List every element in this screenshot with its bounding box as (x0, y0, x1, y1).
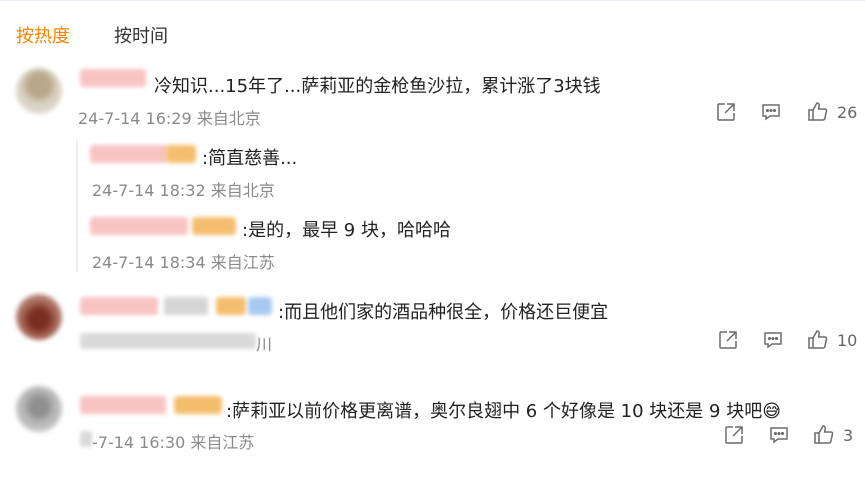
reply-list: :简直慈善... 24-7-14 18:32 来自北京 :是的，最早 9 块，哈… (76, 140, 865, 272)
username-blurred[interactable] (80, 396, 166, 414)
comment-icon (764, 332, 782, 349)
username-blurred-extra (164, 297, 208, 315)
share-button[interactable] (722, 423, 746, 447)
reply-button[interactable] (767, 423, 791, 447)
reply-badge-blurred (166, 145, 196, 163)
like-count: 10 (837, 330, 858, 350)
badge-blurred (248, 297, 272, 315)
comment-meta: 川 (256, 335, 273, 354)
badge-blurred (174, 396, 222, 414)
avatar[interactable] (16, 386, 62, 432)
avatar[interactable] (16, 294, 62, 340)
reply-username-blurred[interactable] (90, 145, 168, 163)
comment-meta: 24-7-14 16:29 来自北京 (78, 109, 261, 128)
sweat-smile-emoji-icon: 😅 (762, 401, 781, 422)
comment-text-body: :萨莉亚以前价格更离谱，奥尔良翅中 6 个好像是 10 块还是 9 块吧 (226, 401, 763, 422)
reply-username-blurred[interactable] (90, 217, 188, 235)
avatar[interactable] (16, 68, 62, 114)
comment-icon (762, 104, 780, 121)
reply-text: :简直慈善... (202, 148, 298, 169)
meta-blurred (80, 431, 92, 447)
sort-tabs: 按热度 按时间 (16, 22, 168, 48)
badge-blurred (216, 297, 246, 315)
reply-badge-blurred (192, 217, 236, 235)
comment-actions: 10 (716, 328, 857, 352)
reply-text: :是的，最早 9 块，哈哈哈 (242, 220, 451, 241)
reply-button[interactable] (761, 328, 785, 352)
top-divider (0, 0, 865, 1)
comment-meta: -7-14 16:30 来自江苏 (92, 433, 255, 452)
tab-sort-by-time[interactable]: 按时间 (114, 22, 168, 48)
thumbs-up-icon (814, 425, 834, 444)
share-icon (717, 103, 735, 121)
share-icon (719, 331, 737, 349)
tab-sort-by-hot[interactable]: 按热度 (16, 22, 70, 48)
thumbs-up-icon (808, 330, 828, 349)
comment-text: :萨莉亚以前价格更离谱，奥尔良翅中 6 个好像是 10 块还是 9 块吧😅 (226, 397, 781, 423)
like-count: 3 (843, 425, 854, 445)
like-button[interactable]: 26 (806, 100, 857, 124)
like-button[interactable]: 10 (806, 328, 857, 352)
comment-actions: 26 (714, 100, 857, 124)
thumbs-up-icon (808, 102, 828, 121)
like-button[interactable]: 3 (812, 423, 853, 447)
username-blurred[interactable] (80, 297, 158, 315)
comment-text: :而且他们家的酒品种很全，价格还巨便宜 (278, 302, 609, 323)
share-button[interactable] (716, 328, 740, 352)
comment-text: 冷知识...15年了...萨莉亚的金枪鱼沙拉，累计涨了3块钱 (154, 76, 601, 97)
share-icon (725, 426, 743, 444)
username-blurred[interactable] (80, 69, 146, 87)
meta-blurred (80, 333, 256, 349)
comment-actions: 3 (722, 423, 853, 447)
reply-button[interactable] (759, 100, 783, 124)
share-button[interactable] (714, 100, 738, 124)
comment-icon (770, 427, 788, 444)
like-count: 26 (837, 102, 858, 122)
reply-meta: 24-7-14 18:32 来自北京 (92, 181, 275, 200)
reply-meta: 24-7-14 18:34 来自江苏 (92, 253, 275, 272)
